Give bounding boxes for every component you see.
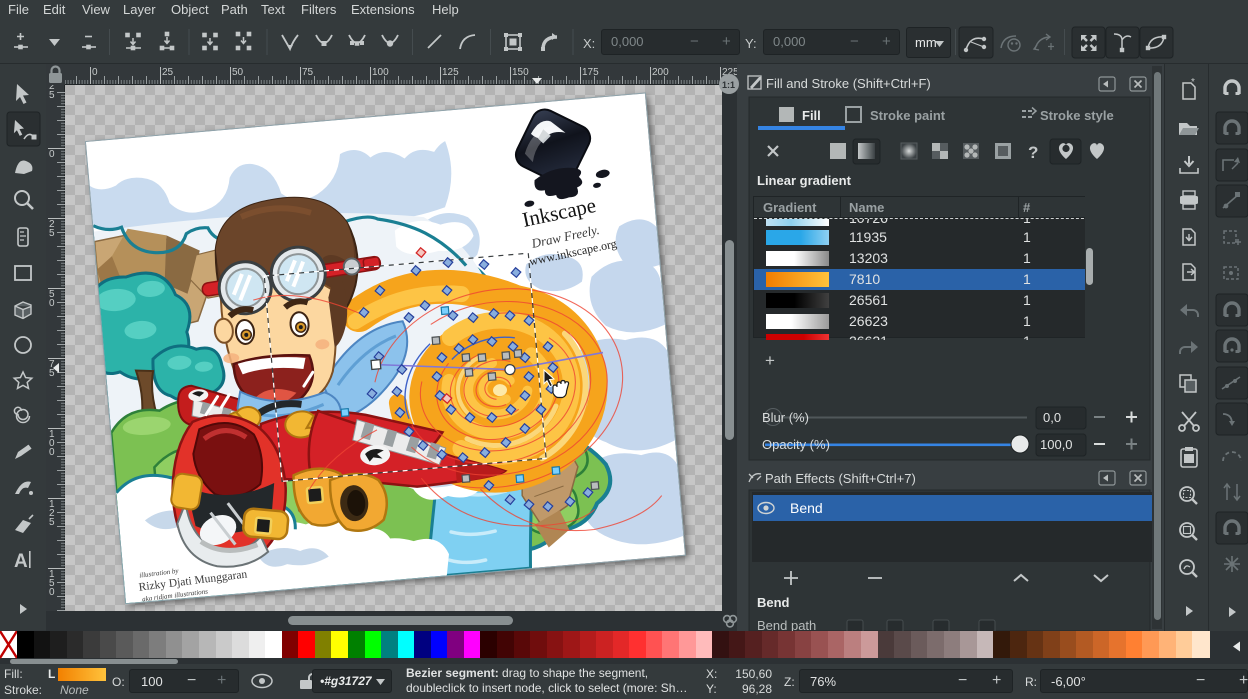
svg-text:75: 75 — [302, 67, 314, 78]
svg-text:5: 5 — [49, 517, 55, 528]
svg-text:0,0: 0,0 — [1043, 410, 1061, 425]
svg-text:Bend: Bend — [757, 595, 790, 610]
svg-text:150: 150 — [512, 67, 529, 78]
svg-text:Stroke style: Stroke style — [1040, 108, 1114, 123]
svg-text:0: 0 — [49, 587, 55, 598]
svg-text:0: 0 — [49, 298, 55, 309]
svg-text:Path Effects (Shift+Ctrl+7): Path Effects (Shift+Ctrl+7) — [765, 471, 916, 486]
svg-text:1:1: 1:1 — [722, 80, 735, 90]
svg-text:100,0: 100,0 — [1040, 437, 1073, 452]
svg-text:125: 125 — [442, 67, 459, 78]
svg-text:Linear gradient: Linear gradient — [757, 173, 852, 188]
svg-text:A: A — [14, 551, 28, 572]
svg-text:*: * — [1191, 77, 1195, 88]
svg-text:Blur (%): Blur (%) — [762, 410, 809, 425]
svg-text:100: 100 — [372, 67, 389, 78]
svg-text:5: 5 — [49, 228, 55, 239]
svg-text:0: 0 — [49, 447, 55, 458]
svg-text:Bend: Bend — [790, 500, 823, 516]
svg-text:Opacity (%): Opacity (%) — [762, 437, 830, 452]
svg-text:5: 5 — [49, 90, 55, 101]
svg-text:0: 0 — [49, 149, 55, 160]
svg-text:25: 25 — [162, 67, 174, 78]
svg-text:200: 200 — [652, 67, 669, 78]
svg-text:Fill and Stroke (Shift+Ctrl+F): Fill and Stroke (Shift+Ctrl+F) — [766, 76, 931, 91]
svg-text:Bend path: Bend path — [757, 618, 816, 631]
svg-text:0: 0 — [92, 67, 98, 78]
svg-text:Fill: Fill — [802, 108, 821, 123]
svg-text:50: 50 — [232, 67, 244, 78]
svg-text:5: 5 — [49, 368, 55, 379]
svg-text:Stroke paint: Stroke paint — [870, 108, 946, 123]
svg-text:175: 175 — [582, 67, 599, 78]
svg-text:?: ? — [1028, 143, 1038, 162]
